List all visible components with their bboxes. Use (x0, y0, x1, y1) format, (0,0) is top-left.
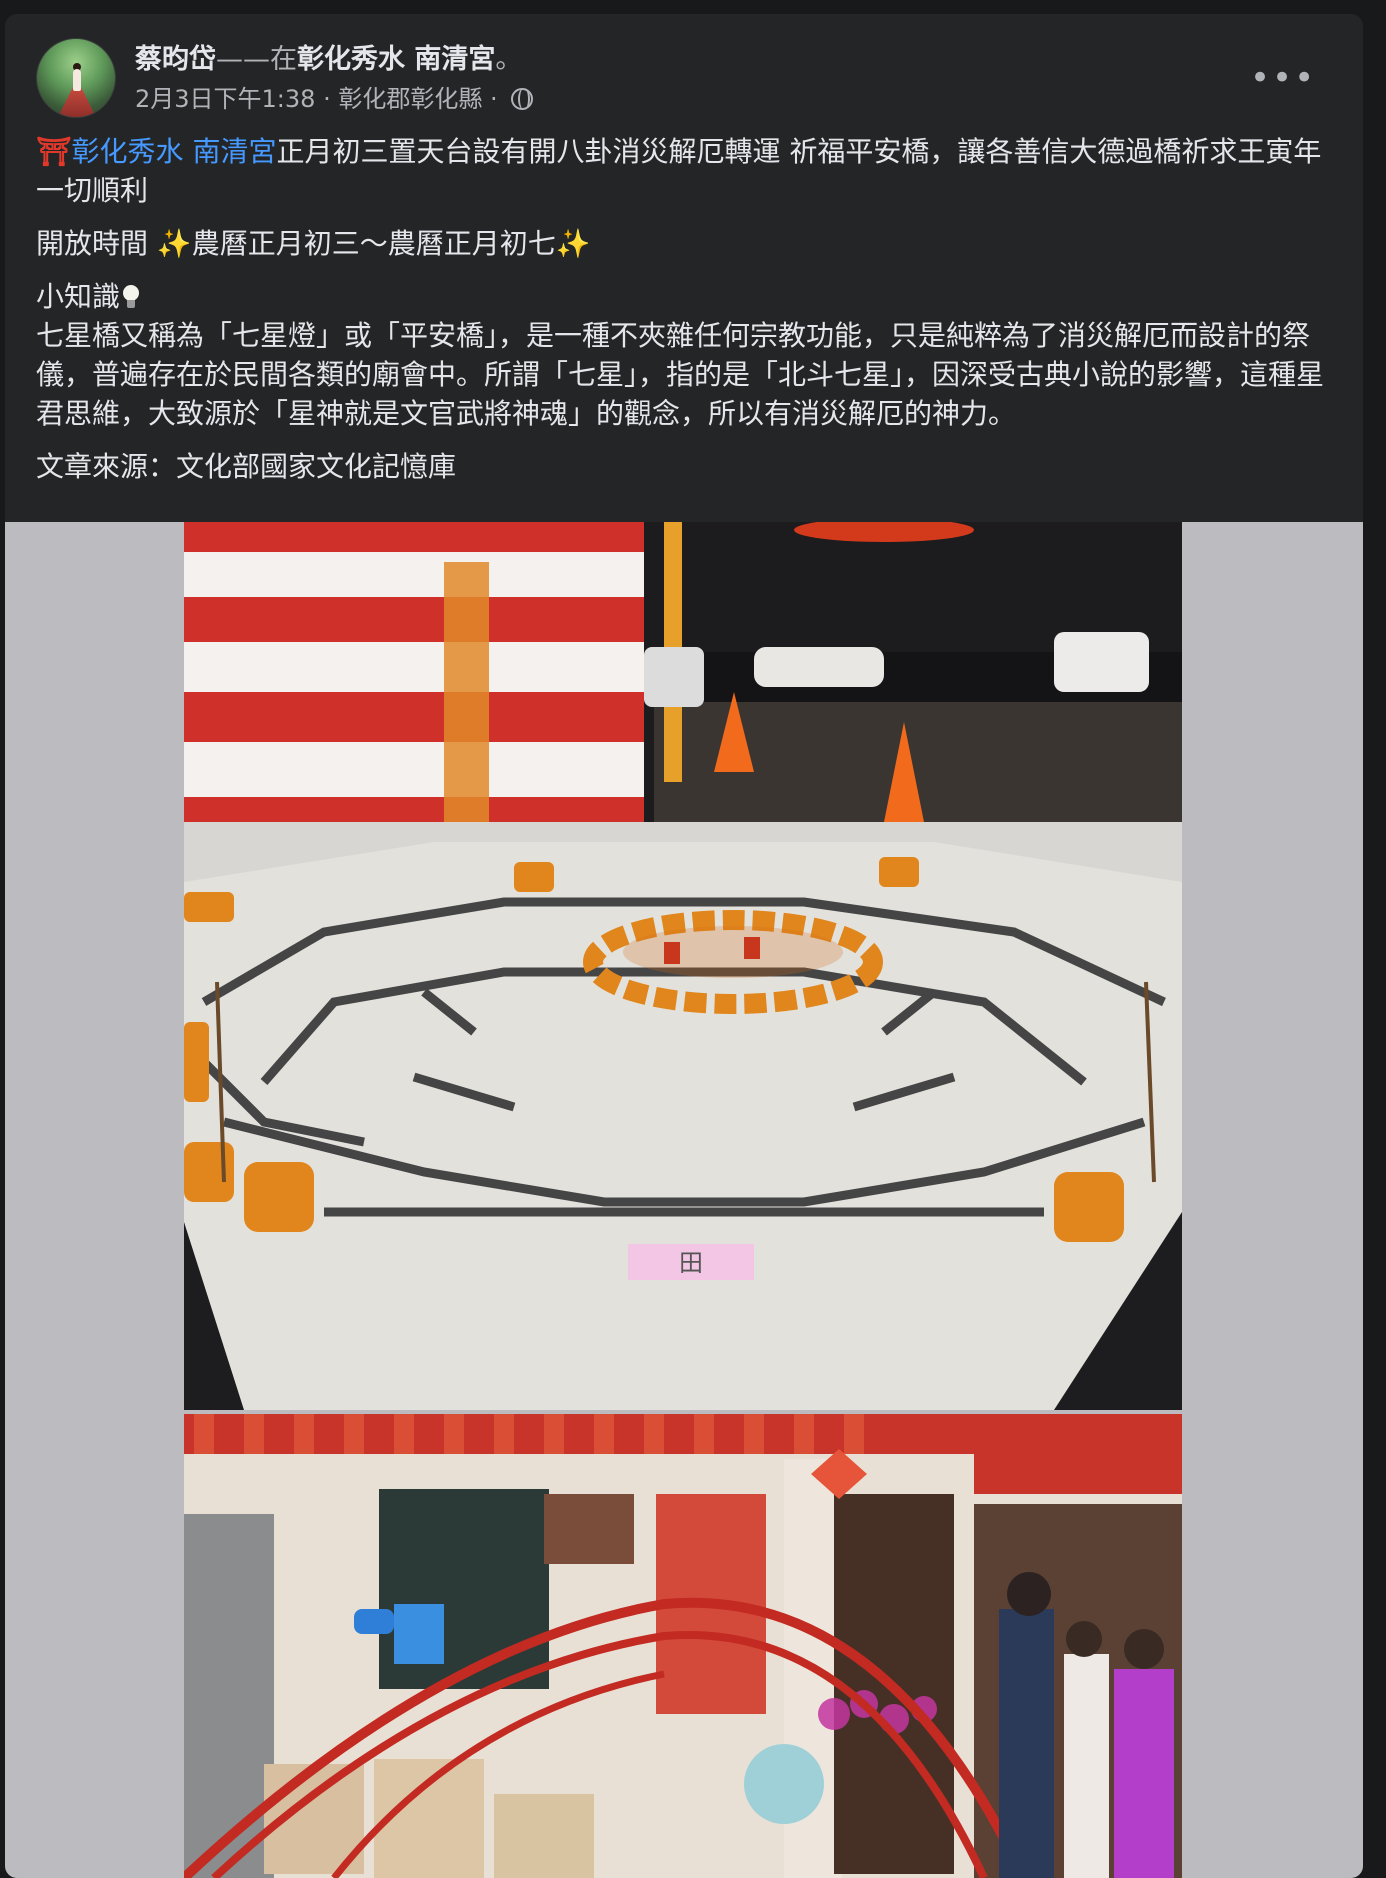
photo-temple-front[interactable] (184, 1414, 1182, 1878)
more-options-button[interactable]: ••• (1250, 61, 1314, 98)
paragraph-1: ⛩彰化秀水 南清宮正月初三置天台設有開八卦消災解厄轉運 祈福平安橋，讓各善信大德… (36, 132, 1336, 210)
place-name-link[interactable]: 彰化秀水 南清宮 (297, 44, 495, 75)
photo-bagua-bridge[interactable]: 田 (184, 522, 1182, 1410)
knowledge-body: 七星橋又稱為「七星燈」或「平安橋」，是一種不夾雜任何宗教功能，只是純粹為了消災解… (36, 319, 1325, 430)
sparkle-icon: ✨ (156, 227, 192, 260)
open-time-label: 開放時間 (36, 227, 157, 260)
temple-photo-drawing (184, 1414, 1182, 1878)
open-time-text: 農曆正月初三～農曆正月初七 (191, 227, 556, 260)
photo-area: 田 (5, 522, 1363, 1878)
source-text: 文章來源：文化部國家文化記憶庫 (36, 450, 457, 483)
post-timestamp[interactable]: 2月3日下午1:38 (135, 85, 315, 113)
post-text: ⛩彰化秀水 南清宮正月初三置天台設有開八卦消災解厄轉運 祈福平安橋，讓各善信大德… (36, 132, 1336, 500)
post-location[interactable]: 彰化郡彰化縣 (338, 85, 482, 113)
avatar[interactable] (36, 38, 116, 118)
lightbulb-icon (122, 285, 140, 309)
floor-sign: 田 (679, 1249, 703, 1277)
post-meta: 2月3日下午1:38 · 彰化郡彰化縣 · (135, 82, 534, 116)
meta-dot: · (490, 85, 498, 113)
bagua-photo-drawing: 田 (184, 522, 1182, 1410)
paragraph-4: 文章來源：文化部國家文化記憶庫 (36, 447, 1336, 486)
knowledge-title: 小知識 (36, 280, 121, 313)
meta-dot: · (323, 85, 331, 113)
post-header: 蔡昀岱——在彰化秀水 南清宮。 2月3日下午1:38 · 彰化郡彰化縣 · ••… (36, 38, 1336, 118)
author-name-link[interactable]: 蔡昀岱 (135, 44, 216, 75)
paragraph-3: 小知識七星橋又稱為「七星燈」或「平安橋」，是一種不夾雜任何宗教功能，只是純粹為了… (36, 277, 1336, 433)
torii-icon: ⛩ (36, 135, 72, 168)
sparkle-icon: ✨ (555, 227, 591, 260)
globe-icon[interactable] (511, 88, 534, 110)
place-mention-link[interactable]: 彰化秀水 南清宮 (72, 135, 277, 168)
author-line-suffix: 。 (495, 44, 523, 75)
author-line: 蔡昀岱——在彰化秀水 南清宮。 (135, 42, 522, 78)
post-card: 蔡昀岱——在彰化秀水 南清宮。 2月3日下午1:38 · 彰化郡彰化縣 · ••… (5, 14, 1363, 1878)
paragraph-2: 開放時間 ✨農曆正月初三～農曆正月初七✨ (36, 224, 1336, 263)
checkin-separator: ——在 (216, 44, 297, 75)
